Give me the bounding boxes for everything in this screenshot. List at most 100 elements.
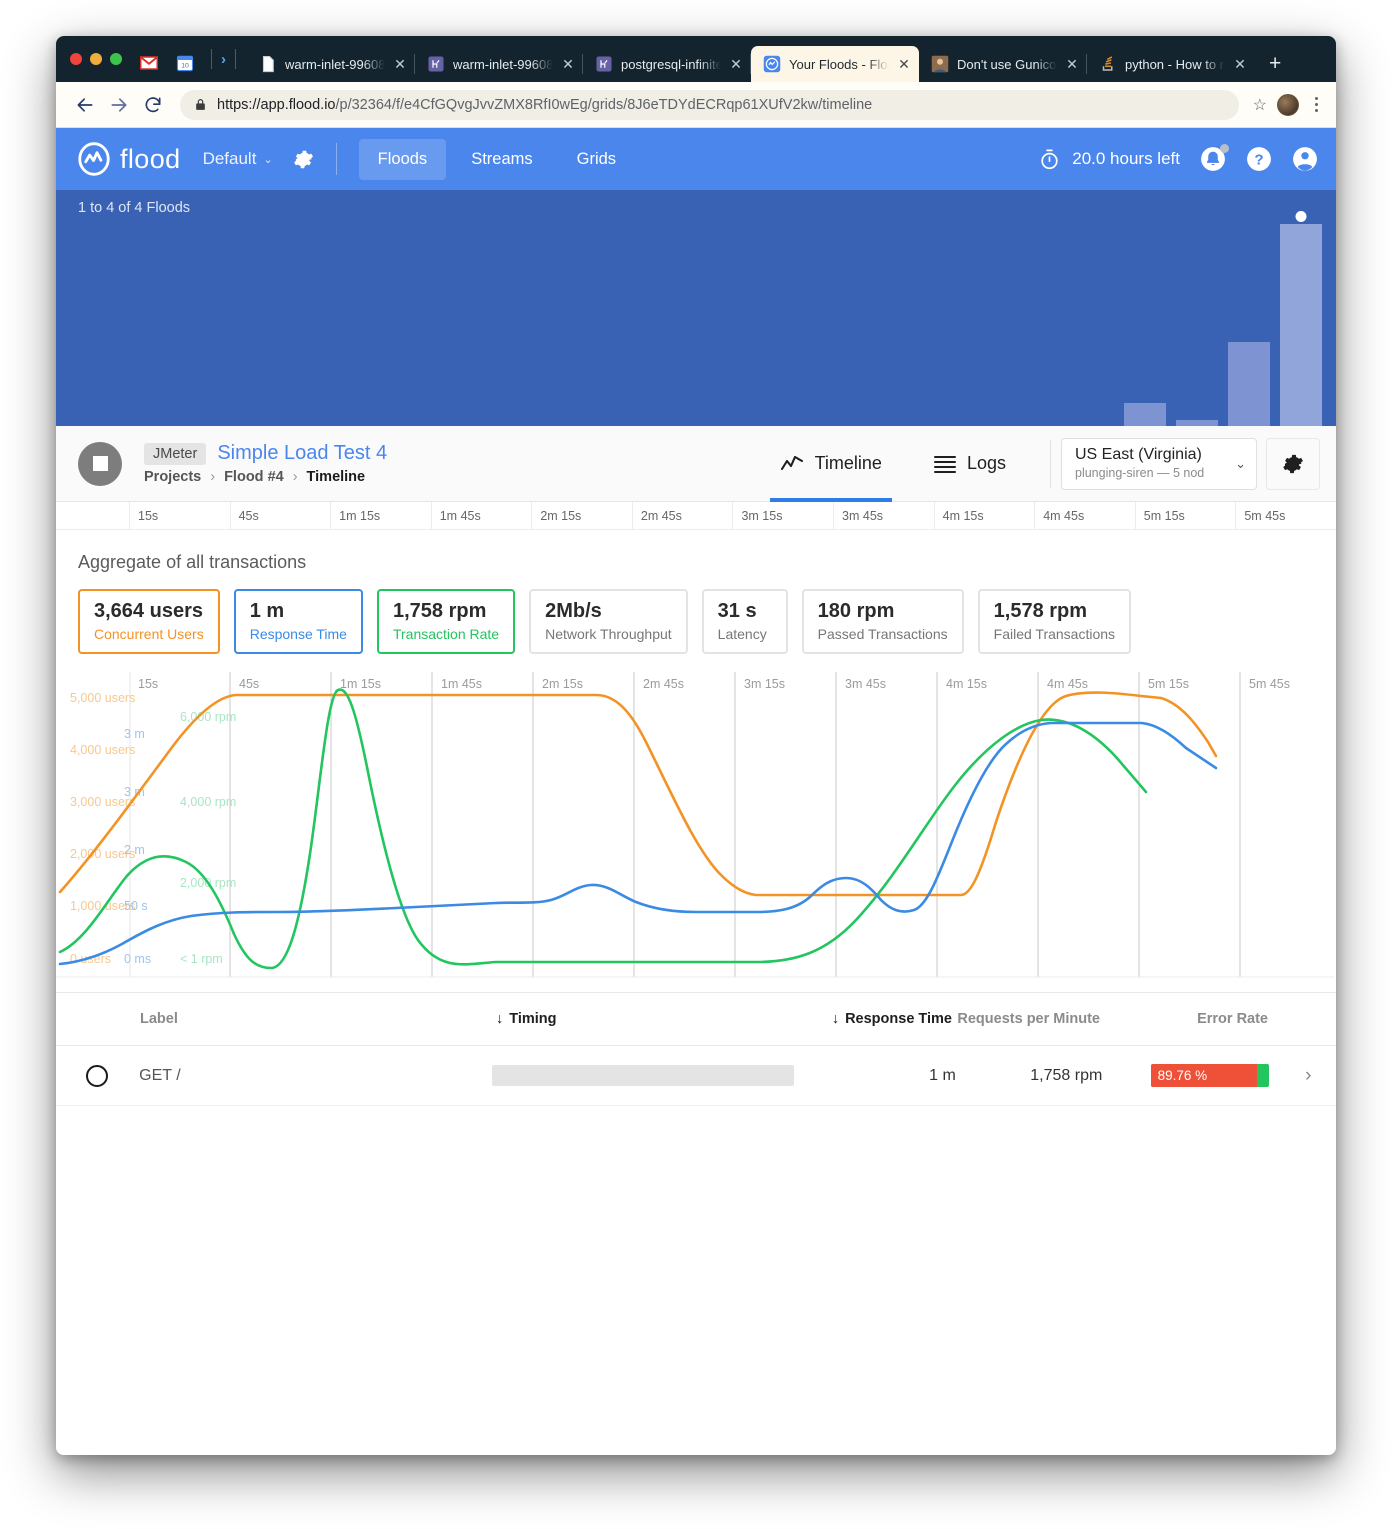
tab-python-stackoverflow[interactable]: python - How to r ✕ <box>1087 46 1255 82</box>
region-selector[interactable]: US East (Virginia) plunging-siren — 5 no… <box>1061 437 1257 490</box>
column-header-timing[interactable]: ↓ Timing <box>496 1011 788 1027</box>
breadcrumb-flood[interactable]: Flood #4 <box>224 469 284 485</box>
stop-button[interactable] <box>78 441 122 486</box>
sort-arrow-icon: ↓ <box>496 1011 504 1027</box>
metric-value: 31 s <box>717 600 757 622</box>
tab-warm-inlet-heroku[interactable]: warm-inlet-99608 ✕ <box>415 46 583 82</box>
tab-title: warm-inlet-99608 <box>453 56 553 72</box>
row-expand-chevron[interactable]: › <box>1281 1065 1336 1087</box>
gmail-icon <box>140 56 158 70</box>
notifications-button[interactable] <box>1200 144 1229 172</box>
screen: 10 › warm-inlet-99608 ✕ warm-inlet-99608… <box>0 0 1392 1529</box>
flood-bar[interactable] <box>1228 342 1270 426</box>
svg-text:10: 10 <box>181 63 189 70</box>
ruler-tick: 4m 15s <box>935 502 1036 529</box>
nav-item-floods[interactable]: Floods <box>358 138 447 180</box>
breadcrumb-projects[interactable]: Projects <box>144 469 201 485</box>
row-select-toggle[interactable] <box>56 1064 137 1087</box>
sort-arrow-icon: ↓ <box>831 1011 840 1027</box>
metric-card-response-time[interactable]: 1 m Response Time <box>233 589 363 654</box>
row-response-time: 1 m <box>929 1066 956 1084</box>
flood-bar[interactable] <box>1176 419 1218 426</box>
new-tab-button[interactable]: + <box>1255 46 1295 82</box>
forward-button[interactable] <box>102 88 136 122</box>
column-header-rpm[interactable]: Requests per Minute <box>952 1011 1100 1027</box>
minimize-window-button[interactable] <box>90 53 102 65</box>
close-icon[interactable]: ✕ <box>897 56 911 73</box>
close-icon[interactable]: ✕ <box>561 56 575 73</box>
metric-card-passed-transactions[interactable]: 180 rpm Passed Transactions <box>801 589 964 654</box>
browser-menu-button[interactable] <box>1309 97 1324 112</box>
profile-avatar-icon[interactable] <box>1277 93 1299 116</box>
region-grid-label: plunging-siren — 5 nod <box>1075 465 1205 480</box>
maximize-window-button[interactable] <box>110 53 122 65</box>
tab-logs[interactable]: Logs <box>908 426 1032 502</box>
account-button[interactable] <box>1292 146 1318 172</box>
column-header-response-time[interactable]: ↓ Response Time <box>788 1011 952 1027</box>
calendar-pinned-tab[interactable]: 10 <box>168 45 202 81</box>
metric-card-latency[interactable]: 31 s Latency <box>701 589 788 654</box>
bookmark-star-icon[interactable]: ☆ <box>1253 95 1267 115</box>
chart-gridlines <box>56 672 1334 978</box>
close-icon[interactable]: ✕ <box>729 56 743 73</box>
back-button[interactable] <box>68 88 102 122</box>
svg-text:0 users: 0 users <box>70 952 111 966</box>
metric-value: 1 m <box>249 600 285 622</box>
metric-card-concurrent-users[interactable]: 3,664 users Concurrent Users <box>78 589 220 654</box>
metric-cards: 3,664 users Concurrent Users 1 m Respons… <box>78 589 1336 654</box>
gmail-pinned-tab[interactable] <box>132 45 166 81</box>
metric-value: 180 rpm <box>817 600 895 622</box>
tab-title: python - How to r <box>1125 56 1224 72</box>
nav-item-streams[interactable]: Streams <box>452 139 551 180</box>
help-button[interactable]: ? <box>1246 146 1272 172</box>
header-actions: 20.0 hours left ? <box>1038 144 1318 172</box>
nav-item-grids[interactable]: Grids <box>558 139 635 180</box>
flood-settings-button[interactable] <box>1266 437 1320 490</box>
close-icon[interactable]: ✕ <box>393 56 407 73</box>
forward-arrow-icon <box>111 97 127 112</box>
logs-icon <box>933 455 956 473</box>
column-header-error-rate[interactable]: Error Rate <box>1100 1011 1280 1027</box>
close-icon[interactable]: ✕ <box>1065 56 1079 73</box>
column-header-label[interactable]: Label <box>138 1011 496 1027</box>
metric-label: Response Time <box>249 626 347 642</box>
project-settings-button[interactable] <box>293 149 314 170</box>
tab-timeline[interactable]: Timeline <box>754 426 908 502</box>
tab-overflow-chevron[interactable]: › <box>221 51 226 68</box>
tab-dont-use-gunicorn[interactable]: Don't use Gunicorn ✕ <box>919 46 1087 82</box>
chevron-down-icon: ⌄ <box>263 153 273 166</box>
tab-postgresql-infinite[interactable]: postgresql-infinite ✕ <box>583 46 751 82</box>
url-host: https://app.flood.io <box>217 96 336 113</box>
timeline-chart[interactable]: 15s 45s 1m 15s 1m 45s 2m 15s 2m 45s 3m 1… <box>56 672 1336 992</box>
avatar-icon <box>931 55 949 73</box>
metric-card-failed-transactions[interactable]: 1,578 rpm Failed Transactions <box>977 589 1132 654</box>
address-bar[interactable]: https://app.flood.io/p/32364/f/e4CfGQvgJ… <box>180 89 1239 120</box>
series-line-response-time <box>58 721 1218 966</box>
row-error-rate: 89.76 % <box>1102 1064 1280 1087</box>
heroku-icon <box>596 56 612 72</box>
metric-card-network-throughput[interactable]: 2Mb/s Network Throughput <box>529 589 688 654</box>
pinned-tabs: 10 › <box>132 36 247 82</box>
test-name-link[interactable]: Simple Load Test 4 <box>217 442 387 465</box>
tab-title: postgresql-infinite <box>621 56 721 72</box>
tab-warm-inlet-doc[interactable]: warm-inlet-99608 ✕ <box>247 46 415 82</box>
close-window-button[interactable] <box>70 53 82 65</box>
metric-label: Passed Transactions <box>817 626 948 642</box>
ruler-tick: 5m 45s <box>1244 509 1286 523</box>
flood-logo[interactable]: flood <box>76 141 181 177</box>
tab-your-floods[interactable]: Your Floods - Flood ✕ <box>751 46 919 82</box>
tab-title: Your Floods - Flood <box>789 56 889 72</box>
metric-card-transaction-rate[interactable]: 1,758 rpm Transaction Rate <box>376 589 516 654</box>
url-path: /p/32364/f/e4CfGQvgJvvZMX8RfI0wEg/grids/… <box>335 96 873 113</box>
flood-bar-selected[interactable] <box>1280 211 1322 426</box>
column-header-response-time-label: Response Time <box>845 1011 952 1027</box>
ruler-tick: 1m 45s <box>432 502 533 529</box>
table-row[interactable]: GET / 1 m 1,758 rpm 89.76 % › <box>56 1046 1336 1106</box>
reload-button[interactable] <box>136 88 170 122</box>
flood-bar[interactable] <box>1124 402 1166 426</box>
close-icon[interactable]: ✕ <box>1233 56 1247 73</box>
flood-mark-icon <box>78 142 110 176</box>
column-header-timing-label: Timing <box>509 1011 557 1027</box>
tab-timeline-label: Timeline <box>814 453 882 473</box>
project-selector[interactable]: Default ⌄ <box>203 149 273 169</box>
